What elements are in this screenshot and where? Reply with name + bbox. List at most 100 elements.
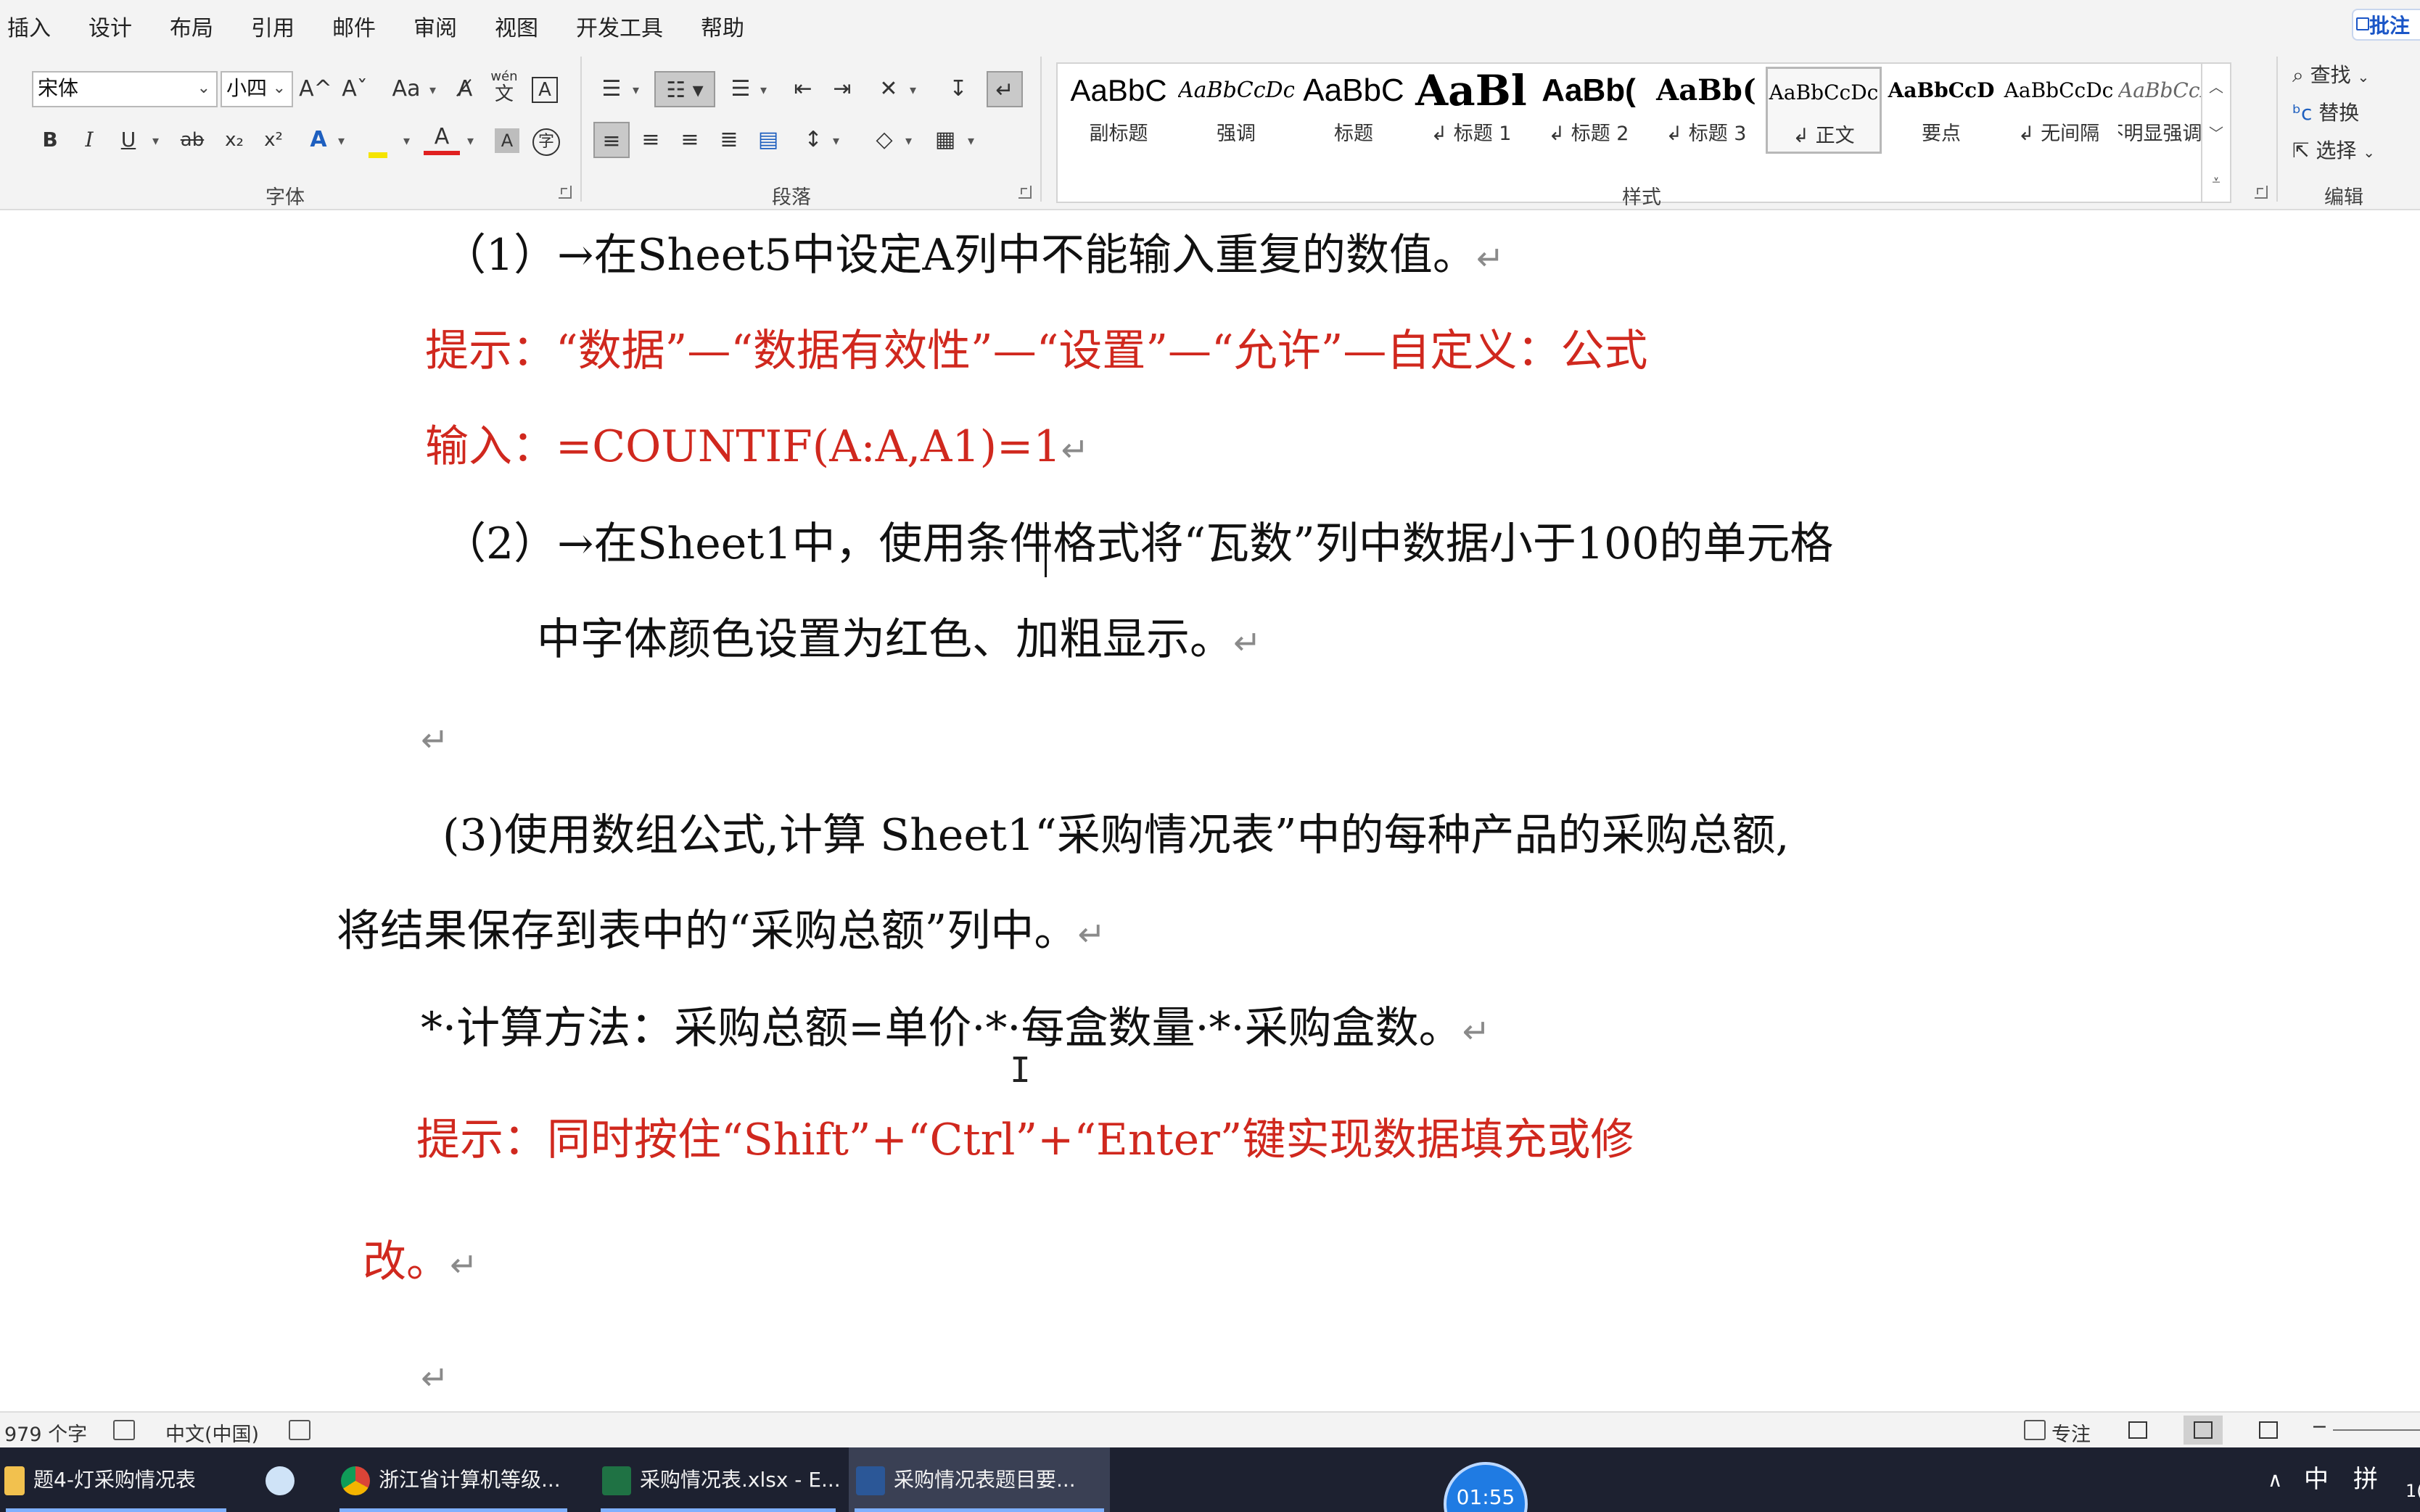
show-marks-icon[interactable]: ↵ — [987, 71, 1023, 107]
tab-references[interactable]: 引用 — [251, 10, 295, 42]
style-emphasis[interactable]: AaBbCcDc 强调 — [1178, 67, 1294, 154]
doc-line-4: *·计算方法：采购总额=单价·*·每盒数量·*·采购盒数。↵ — [421, 999, 1490, 1060]
tab-developer[interactable]: 开发工具 — [576, 10, 663, 42]
chevron-up-icon[interactable]: ∧ — [2268, 1447, 2283, 1512]
line-text: 改。 — [363, 1236, 450, 1287]
tab-view[interactable]: 视图 — [495, 10, 538, 42]
text-effects-button[interactable]: A — [300, 122, 337, 158]
strikethrough-button[interactable]: ab — [174, 122, 210, 158]
font-color-button[interactable]: A — [424, 119, 460, 155]
print-layout-icon[interactable] — [2184, 1416, 2223, 1445]
multilevel-list-icon[interactable]: ☰ — [723, 71, 759, 107]
taskbar-word[interactable]: 采购情况表题目要... — [849, 1447, 1110, 1512]
sort-icon[interactable]: ↧ — [940, 71, 976, 107]
chevron-down-icon[interactable]: ﹀ — [2202, 110, 2230, 157]
hint-2-line-a: 提示：同时按住“Shift”+“Ctrl”+“Enter”键实现数据填充或修 — [416, 1115, 1634, 1165]
taskbar-chrome[interactable]: 浙江省计算机等级... — [334, 1447, 573, 1512]
paragraph-dialog-launcher-icon[interactable] — [1018, 186, 1032, 199]
align-right-icon[interactable]: ≡ — [672, 122, 708, 158]
taskbar-explorer[interactable]: 题4-灯采购情况表 — [0, 1447, 232, 1512]
style-heading-2[interactable]: AaBb( ↲ 标题 2 — [1531, 67, 1647, 154]
doc-line-3a: (3)使用数组公式,计算 Sheet1“采购情况表”中的每种产品的采购总额, — [443, 810, 1790, 861]
character-border-button[interactable]: A — [527, 71, 563, 107]
language-indicator[interactable]: 中文(中国) — [165, 1418, 259, 1447]
line-spacing-icon[interactable]: ↕ — [795, 122, 831, 158]
running-indicator — [855, 1508, 1104, 1512]
editing-group-label: 编辑 — [2324, 186, 2363, 209]
distributed-icon[interactable]: ▤ — [750, 122, 786, 158]
document-canvas[interactable]: （1）→在Sheet5中设定A列中不能输入重复的数值。↵ 提示：“数据”—“数据… — [0, 210, 2420, 1411]
ime-language[interactable]: 中 — [2304, 1447, 2329, 1512]
justify-icon[interactable]: ≣ — [711, 122, 747, 158]
replace-button[interactable]: ᵇc 替换 — [2292, 97, 2359, 126]
style-heading-3[interactable]: AaBb( ↲ 标题 3 — [1648, 67, 1764, 154]
increase-indent-icon[interactable]: ⇥ — [824, 71, 860, 107]
zoom-out-icon[interactable]: − — [2311, 1416, 2328, 1438]
comments-button[interactable]: 批注 — [2352, 9, 2420, 41]
superscript-button[interactable]: x² — [255, 122, 292, 158]
borders-icon[interactable]: ▦ — [927, 122, 963, 158]
chevron-down-icon: ▾ — [152, 133, 160, 149]
grow-font-button[interactable]: A^ — [297, 71, 334, 107]
paragraph-mark: ↵ — [1077, 914, 1106, 954]
bold-button[interactable]: B — [32, 122, 68, 158]
style-heading-1[interactable]: AaBl ↲ 标题 1 — [1413, 67, 1529, 154]
chevron-down-icon: ⌄ — [2357, 68, 2370, 86]
find-button[interactable]: ⌕ 查找 ⌄ — [2292, 59, 2369, 88]
paragraph-shading-icon[interactable]: ◇ — [866, 122, 902, 158]
recording-timer[interactable]: 01:55 — [1444, 1462, 1528, 1512]
style-sample: AaBbCcD — [1888, 78, 1995, 102]
align-center-icon[interactable]: ≡ — [633, 122, 669, 158]
bullets-icon[interactable]: ☰ — [593, 71, 630, 107]
style-title[interactable]: AaBbC 标题 — [1296, 67, 1412, 154]
numbering-icon[interactable]: ☷ ▾ — [654, 71, 715, 107]
font-size-combo[interactable]: 小四 ⌄ — [221, 71, 293, 107]
read-mode-icon[interactable] — [2118, 1416, 2157, 1445]
select-button[interactable]: ⇱ 选择 ⌄ — [2292, 135, 2375, 164]
character-shading-button[interactable]: A — [489, 122, 525, 158]
focus-mode-button[interactable]: 专注 — [2051, 1418, 2091, 1447]
font-name-combo[interactable]: 宋体 ⌄ — [32, 71, 218, 107]
style-subtitle[interactable]: AaBbC 副标题 — [1061, 67, 1177, 154]
enclose-characters-button[interactable]: 字 — [528, 122, 564, 158]
chinese-layout-icon[interactable]: ✕ — [871, 71, 907, 107]
chevron-down-icon: ▾ — [905, 133, 913, 149]
more-styles-icon[interactable]: ⩡ — [2202, 157, 2230, 203]
tab-layout[interactable]: 布局 — [170, 10, 213, 42]
tab-insert[interactable]: 插入 — [7, 10, 51, 42]
subscript-button[interactable]: x₂ — [216, 122, 252, 158]
highlight-button[interactable] — [360, 122, 396, 158]
macro-record-icon[interactable] — [289, 1420, 310, 1440]
styles-dialog-launcher-icon[interactable] — [2255, 186, 2268, 199]
style-no-spacing[interactable]: AaBbCcDc ↲ 无间隔 — [2001, 67, 2117, 154]
system-clock[interactable]: 1( — [2405, 1447, 2420, 1512]
align-left-icon[interactable]: ≡ — [593, 122, 630, 158]
tab-help[interactable]: 帮助 — [701, 10, 744, 42]
shrink-font-button[interactable]: Aˇ — [337, 71, 373, 107]
running-indicator — [6, 1508, 226, 1512]
taskbar-excel[interactable]: 采购情况表.xlsx - E... — [595, 1447, 841, 1512]
chevron-up-icon[interactable]: ︿ — [2202, 64, 2230, 110]
style-normal[interactable]: AaBbCcDc ↲ 正文 — [1766, 67, 1882, 154]
zoom-slider[interactable] — [2333, 1429, 2420, 1431]
line-text: 输入：=COUNTIF(A:A,A1)=1 — [425, 421, 1061, 472]
phonetic-guide-button[interactable]: wén 文 — [486, 68, 522, 104]
decrease-indent-icon[interactable]: ⇤ — [785, 71, 821, 107]
tab-mailings[interactable]: 邮件 — [332, 10, 376, 42]
tab-design[interactable]: 设计 — [89, 10, 132, 42]
web-layout-icon[interactable] — [2249, 1416, 2288, 1445]
tab-review[interactable]: 审阅 — [413, 10, 457, 42]
font-dialog-launcher-icon[interactable] — [559, 186, 572, 199]
line-text: （1）→在Sheet5中设定A列中不能输入重复的数值。 — [443, 230, 1476, 281]
italic-button[interactable]: I — [71, 122, 107, 158]
taskbar-app-2[interactable] — [254, 1447, 312, 1512]
word-count[interactable]: 979 个字 — [4, 1418, 87, 1447]
change-case-button[interactable]: Aa — [383, 71, 429, 107]
ime-mode[interactable]: 拼 — [2353, 1447, 2378, 1512]
style-subtle-emphasis[interactable]: AaBbCcDc 不明显强调 — [2118, 67, 2202, 154]
line-text: 将结果保存到表中的“采购总额”列中。 — [337, 906, 1078, 957]
proofing-icon[interactable] — [113, 1420, 135, 1440]
underline-button[interactable]: U — [110, 122, 147, 158]
clear-formatting-icon[interactable]: A̸ — [447, 71, 483, 107]
style-key-point[interactable]: AaBbCcD 要点 — [1883, 67, 1999, 154]
